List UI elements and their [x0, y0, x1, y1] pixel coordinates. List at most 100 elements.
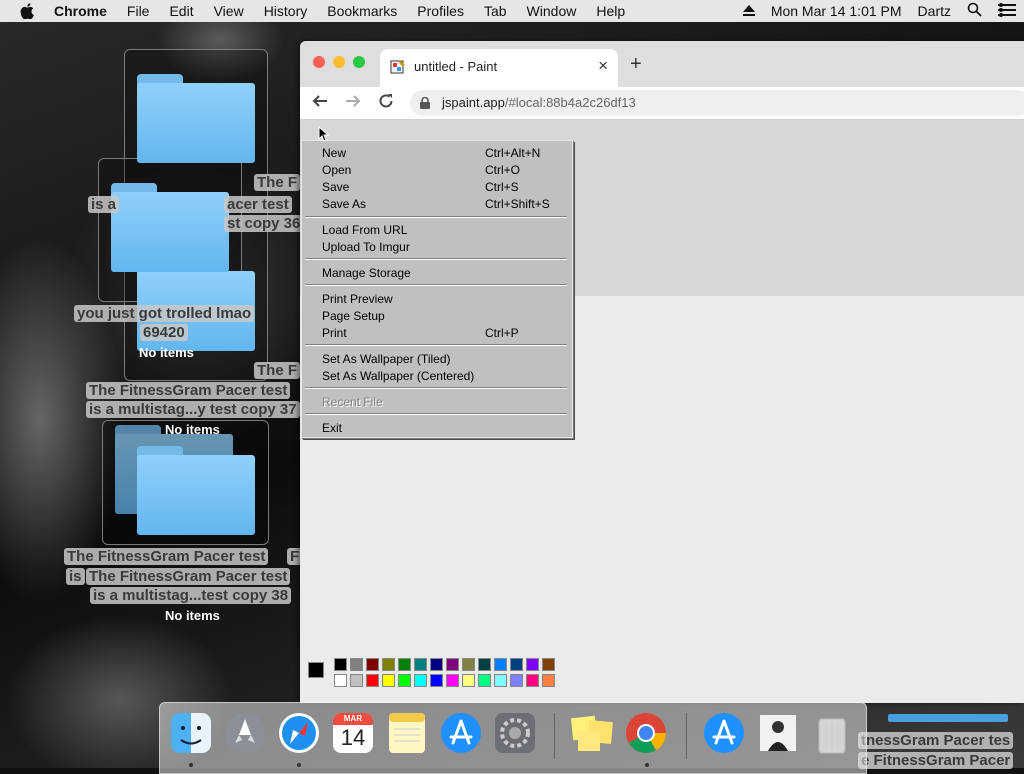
palette-swatch[interactable] [494, 674, 507, 687]
photo-thumbnail-icon[interactable] [756, 711, 800, 755]
palette-swatch[interactable] [350, 658, 363, 671]
user-menu[interactable]: Dartz [910, 3, 959, 19]
app-store-downloads-icon[interactable] [702, 711, 746, 755]
menu-history[interactable]: History [254, 3, 318, 19]
palette-swatch[interactable] [382, 658, 395, 671]
system-preferences-icon[interactable] [493, 711, 537, 755]
menu-item-save-as[interactable]: Save As Ctrl+Shift+S [322, 195, 562, 212]
tab-close-icon[interactable]: × [598, 56, 608, 76]
palette-swatch[interactable] [334, 674, 347, 687]
menu-item-save[interactable]: Save Ctrl+S [322, 178, 562, 195]
folder-icon[interactable] [137, 74, 255, 163]
trash-icon[interactable] [810, 711, 854, 755]
palette-swatch[interactable] [462, 674, 475, 687]
app-store-icon[interactable] [439, 711, 483, 755]
palette-swatch[interactable] [334, 658, 347, 671]
palette-swatch[interactable] [494, 658, 507, 671]
desktop-label[interactable]: The FitnessGram Pacer test [86, 382, 291, 399]
menu-item-exit[interactable]: Exit [322, 419, 562, 436]
folder-icon[interactable] [888, 714, 1008, 722]
palette-swatch[interactable] [414, 658, 427, 671]
primary-color-swatch[interactable] [308, 662, 324, 678]
desktop-label[interactable]: acer test [224, 196, 292, 213]
palette-swatch[interactable] [510, 674, 523, 687]
desktop-label[interactable]: The FitnessGram Pacer test [86, 568, 291, 585]
palette-swatch[interactable] [398, 658, 411, 671]
reload-icon[interactable] [378, 93, 394, 114]
desktop-label[interactable]: is a multistag...test copy 38 [90, 587, 292, 604]
tab-untitled-paint[interactable]: untitled - Paint × [380, 49, 618, 87]
notes-icon[interactable] [385, 711, 429, 755]
desktop-label[interactable]: is a [88, 196, 120, 213]
launchpad-icon[interactable] [223, 711, 267, 755]
palette-swatch[interactable] [350, 674, 363, 687]
menu-item-page-setup[interactable]: Page Setup [322, 307, 562, 324]
menu-window[interactable]: Window [517, 3, 587, 19]
palette-swatch[interactable] [414, 674, 427, 687]
back-arrow-icon[interactable] [312, 93, 328, 114]
safari-icon[interactable] [277, 711, 321, 755]
menu-item-load-from-url[interactable]: Load From URL [322, 221, 562, 238]
menu-item-print-preview[interactable]: Print Preview [322, 290, 562, 307]
palette-swatch[interactable] [366, 658, 379, 671]
menu-profiles[interactable]: Profiles [407, 3, 474, 19]
close-window-button[interactable] [313, 56, 325, 68]
menu-help[interactable]: Help [586, 3, 635, 19]
desktop-label[interactable]: e FitnessGram Pacer [858, 752, 1014, 769]
google-chrome-icon[interactable] [624, 711, 668, 755]
desktop-label[interactable]: is [66, 568, 85, 585]
palette-swatch[interactable] [510, 658, 523, 671]
palette-swatch[interactable] [382, 674, 395, 687]
lock-icon[interactable] [420, 96, 430, 109]
palette-swatch[interactable] [542, 658, 555, 671]
menu-item-open[interactable]: Open Ctrl+O [322, 161, 562, 178]
zoom-window-button[interactable] [353, 56, 365, 68]
menu-item-new[interactable]: New Ctrl+Alt+N [322, 144, 562, 161]
forward-arrow-icon[interactable] [345, 93, 361, 114]
palette-swatch[interactable] [542, 674, 555, 687]
eject-icon[interactable] [735, 3, 763, 19]
menu-edit[interactable]: Edit [159, 3, 203, 19]
palette-swatch[interactable] [446, 674, 459, 687]
desktop-label[interactable]: st copy 36 [224, 215, 304, 232]
menu-file[interactable]: File [117, 3, 160, 19]
apple-menu-icon[interactable] [16, 0, 38, 22]
menu-tab[interactable]: Tab [474, 3, 517, 19]
new-tab-icon[interactable]: + [630, 53, 642, 76]
palette-swatch[interactable] [430, 658, 443, 671]
desktop-label[interactable]: 69420 [140, 324, 188, 341]
palette-swatch[interactable] [478, 674, 491, 687]
palette-swatch[interactable] [478, 658, 491, 671]
desktop-label[interactable]: you just got trolled lmao [74, 305, 255, 322]
palette-swatch[interactable] [462, 658, 475, 671]
desktop-label[interactable]: The FitnessGram Pacer test [64, 548, 269, 565]
finder-icon[interactable] [169, 711, 213, 755]
calendar-icon[interactable]: MAR 14 [331, 711, 375, 755]
clock[interactable]: Mon Mar 14 1:01 PM [763, 3, 910, 19]
menu-item-print[interactable]: Print Ctrl+P [322, 324, 562, 341]
folder-icon[interactable] [111, 183, 229, 272]
folder-icon[interactable] [137, 446, 255, 535]
control-center-icon[interactable] [990, 2, 1024, 20]
palette-swatch[interactable] [446, 658, 459, 671]
menu-bookmarks[interactable]: Bookmarks [317, 3, 407, 19]
menu-view[interactable]: View [204, 3, 254, 19]
palette-swatch[interactable] [366, 674, 379, 687]
menu-item-wallpaper-centered[interactable]: Set As Wallpaper (Centered) [322, 367, 562, 384]
menu-item-upload-to-imgur[interactable]: Upload To Imgur [322, 238, 562, 255]
menu-item-wallpaper-tiled[interactable]: Set As Wallpaper (Tiled) [322, 350, 562, 367]
spotlight-search-icon[interactable] [959, 2, 990, 20]
palette-swatch[interactable] [526, 674, 539, 687]
minimize-window-button[interactable] [333, 56, 345, 68]
desktop-label[interactable]: The F [254, 362, 300, 379]
address-bar[interactable]: jspaint.app/#local:88b4a2c26df13 [410, 90, 1024, 116]
menu-app-chrome[interactable]: Chrome [44, 3, 117, 19]
palette-swatch[interactable] [398, 674, 411, 687]
stickies-icon[interactable] [570, 711, 614, 755]
menu-item-manage-storage[interactable]: Manage Storage [322, 264, 562, 281]
desktop-label[interactable]: tnessGram Pacer tes [858, 732, 1014, 749]
palette-swatch[interactable] [526, 658, 539, 671]
desktop-label[interactable]: The F [254, 174, 300, 191]
desktop-label[interactable]: is a multistag...y test copy 37 [86, 401, 300, 418]
palette-swatch[interactable] [430, 674, 443, 687]
